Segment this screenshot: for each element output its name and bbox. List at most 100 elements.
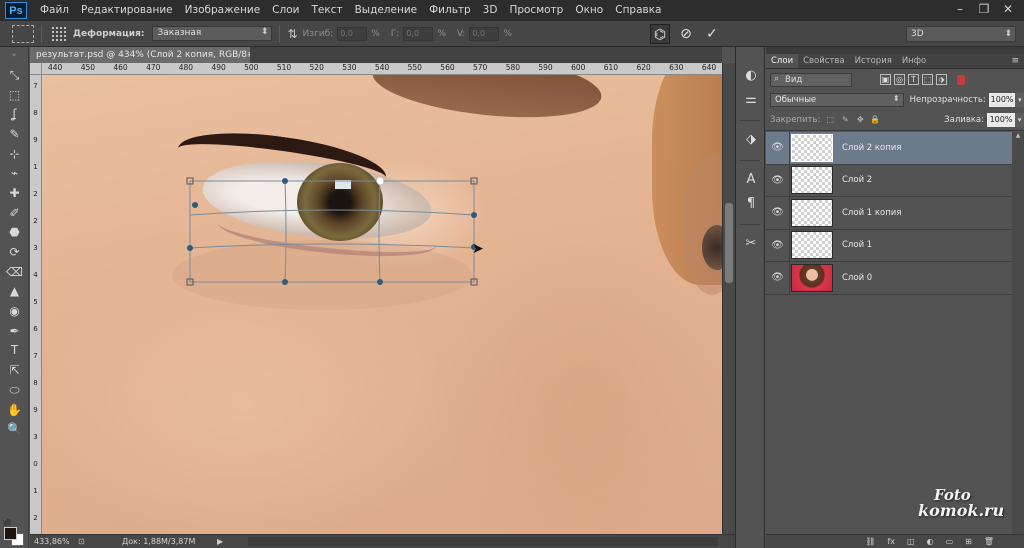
paint-bucket-tool-icon[interactable]: ▲ [0, 282, 29, 302]
clone-source-panel-icon[interactable]: ✂ [736, 231, 766, 255]
menu-window[interactable]: Окно [569, 0, 609, 21]
scroll-up-icon[interactable]: ▲ [1012, 132, 1024, 139]
warp-control-point[interactable] [376, 177, 384, 185]
reference-point-grid-icon[interactable] [51, 25, 67, 42]
warp-orientation-icon[interactable]: ⇅ [287, 27, 297, 41]
brush-tool-icon[interactable]: ✐ [0, 203, 29, 223]
adjustment-layer-icon[interactable]: ◐ [927, 537, 934, 546]
warp-style-select[interactable]: Заказная [152, 26, 273, 41]
healing-brush-tool-icon[interactable]: ✚ [0, 183, 29, 203]
foreground-color-swatch[interactable] [4, 527, 17, 540]
warp-control-point[interactable] [282, 178, 288, 184]
delete-layer-icon[interactable]: 🗑 [984, 537, 994, 546]
layer-row[interactable]: 👁 Слой 2 [766, 164, 1012, 197]
new-layer-icon[interactable]: ⊞ [965, 537, 972, 546]
menu-type[interactable]: Текст [305, 0, 348, 21]
status-menu-arrow-icon[interactable]: ▶ [217, 537, 223, 546]
fill-field[interactable]: 100% [987, 113, 1015, 127]
canvas-vertical-scrollbar[interactable] [722, 63, 735, 534]
visibility-eye-icon[interactable]: 👁 [766, 132, 790, 164]
opacity-field[interactable]: 100% [988, 93, 1016, 107]
visibility-eye-icon[interactable]: 👁 [766, 262, 790, 294]
pen-tool-icon[interactable]: ✒ [0, 321, 29, 341]
move-tool-icon[interactable]: ⤡ [0, 65, 29, 85]
menu-help[interactable]: Справка [609, 0, 667, 21]
eyedropper-tool-icon[interactable]: ⌁ [0, 163, 29, 183]
eraser-tool-icon[interactable]: ⌫ [0, 262, 29, 282]
minimize-button[interactable]: – [948, 1, 972, 18]
type-filter-icon[interactable]: T [908, 74, 919, 85]
pixel-filter-icon[interactable]: ▣ [880, 74, 891, 85]
menu-layers[interactable]: Слои [266, 0, 305, 21]
warp-control-point[interactable] [282, 279, 288, 285]
menu-image[interactable]: Изображение [179, 0, 267, 21]
workspace-select[interactable]: 3D [906, 26, 1016, 42]
crop-tool-icon[interactable]: ⊹ [0, 144, 29, 164]
lock-all-icon[interactable]: 🔒 [870, 115, 880, 125]
vertical-ruler[interactable]: 7 8 9 1 2 2 3 4 5 6 7 8 9 3 0 1 2 [30, 75, 42, 534]
image-canvas[interactable]: ➤ [42, 75, 722, 534]
layer-kind-filter-select[interactable]: Вид [770, 72, 852, 87]
marquee-tool-icon[interactable]: ⬚ [0, 85, 29, 105]
warp-control-point[interactable] [192, 202, 198, 208]
visibility-eye-icon[interactable]: 👁 [766, 229, 790, 261]
history-brush-tool-icon[interactable]: ⟳ [0, 242, 29, 262]
adjustment-filter-icon[interactable]: ◎ [894, 74, 905, 85]
type-tool-icon[interactable]: T [0, 341, 29, 361]
tab-history[interactable]: История [850, 54, 897, 68]
menu-3d[interactable]: 3D [477, 0, 504, 21]
warp-control-point[interactable] [471, 212, 477, 218]
fill-dropdown-icon[interactable]: ▾ [1015, 113, 1024, 127]
layer-row[interactable]: 👁 Слой 1 копия [766, 197, 1012, 230]
layer-row[interactable]: 👁 Слой 1 [766, 229, 1012, 262]
visibility-eye-icon[interactable]: 👁 [766, 164, 790, 196]
default-colors-icon[interactable]: ⬛ [3, 519, 12, 527]
smart-object-filter-icon[interactable]: ⬗ [936, 74, 947, 85]
lasso-tool-icon[interactable]: ʆ [0, 104, 29, 124]
visibility-eye-icon[interactable]: 👁 [766, 197, 790, 229]
tool-presets-panel-icon[interactable]: ⬗ [736, 127, 766, 151]
cancel-transform-icon[interactable]: ⊘ [676, 24, 696, 44]
panel-menu-icon[interactable]: ≡ [1011, 54, 1024, 68]
restore-button[interactable]: ❐ [972, 1, 996, 18]
shape-filter-icon[interactable]: ⬚ [922, 74, 933, 85]
toolbar-grip[interactable]: » [0, 47, 28, 65]
tab-properties[interactable]: Свойства [798, 54, 850, 68]
new-group-icon[interactable]: ▭ [946, 537, 954, 546]
ellipse-tool-icon[interactable]: ⬭ [0, 380, 29, 400]
warp-mesh[interactable] [42, 75, 722, 534]
character-panel-icon[interactable]: A [736, 167, 766, 191]
menu-edit[interactable]: Редактирование [75, 0, 179, 21]
lock-pixels-icon[interactable]: ✎ [840, 115, 850, 125]
ruler-origin[interactable] [30, 63, 42, 75]
warp-mode-toggle-icon[interactable]: ⌬ [650, 24, 670, 44]
close-window-button[interactable]: ✕ [996, 1, 1020, 18]
paragraph-panel-icon[interactable]: ¶ [736, 191, 766, 215]
filter-toggle-icon[interactable] [957, 74, 965, 85]
warp-control-point[interactable] [377, 279, 383, 285]
layer-mask-icon[interactable]: ◫ [907, 537, 915, 546]
menu-view[interactable]: Просмотр [503, 0, 569, 21]
layers-scrollbar[interactable]: ▲ [1012, 132, 1024, 537]
lock-transparency-icon[interactable]: ⬚ [825, 115, 835, 125]
path-selection-tool-icon[interactable]: ⇱ [0, 360, 29, 380]
scrollbar-thumb[interactable] [725, 203, 733, 283]
zoom-tool-icon[interactable]: 🔍 [0, 419, 29, 439]
vertical-distortion-field[interactable]: 0,0 [469, 26, 500, 41]
menu-file[interactable]: Файл [34, 0, 75, 21]
canvas-horizontal-scrollbar[interactable] [248, 537, 718, 546]
warp-control-point[interactable] [187, 245, 193, 251]
layer-style-icon[interactable]: fx [887, 537, 895, 546]
adjustments-panel-icon[interactable]: ⚌ [736, 87, 766, 111]
dodge-tool-icon[interactable]: ◉ [0, 301, 29, 321]
clone-stamp-tool-icon[interactable]: ⬣ [0, 223, 29, 243]
color-panel-icon[interactable]: ◐ [736, 63, 766, 87]
menu-select[interactable]: Выделение [349, 0, 424, 21]
commit-transform-icon[interactable]: ✓ [702, 24, 722, 44]
link-layers-icon[interactable]: ⛓ [865, 537, 875, 546]
quick-selection-tool-icon[interactable]: ✎ [0, 124, 29, 144]
bend-field[interactable]: 0,0 [337, 26, 368, 41]
document-tab[interactable]: результат.psd @ 434% (Слой 2 копия, RGB/… [30, 47, 281, 63]
opacity-dropdown-icon[interactable]: ▾ [1015, 93, 1024, 107]
transform-tool-preset-icon[interactable] [12, 24, 34, 43]
